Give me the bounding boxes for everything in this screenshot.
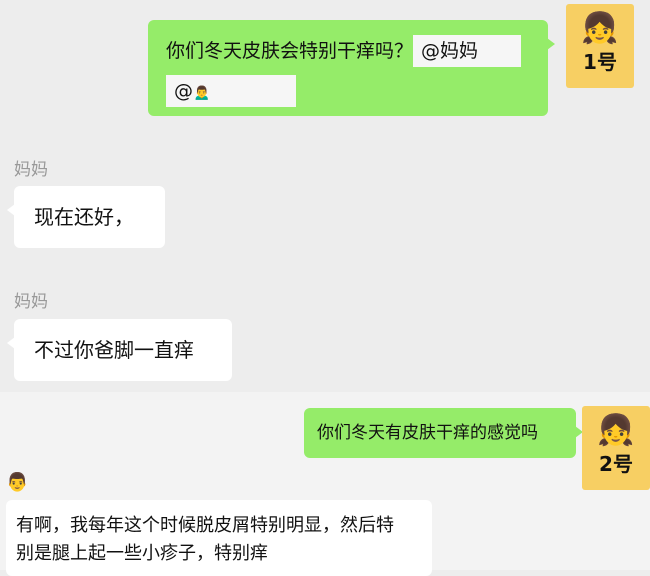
mention-tag[interactable]: @🙍‍♂️	[166, 75, 296, 107]
message-line: 有啊，我每年这个时候脱皮屑特别明显，然后特	[16, 515, 394, 536]
mention-tag[interactable]: @妈妈	[413, 35, 522, 67]
man-face-icon[interactable]: 👨	[6, 472, 28, 493]
message-text: 现在还好，	[34, 205, 134, 229]
message-text: 不过你爸脚一直痒	[34, 338, 194, 362]
sender-name: 妈妈	[14, 160, 48, 180]
message-text: 你们冬天皮肤会特别干痒吗？	[166, 40, 414, 62]
sender-name: 妈妈	[14, 292, 48, 312]
outgoing-message-bubble[interactable]: 你们冬天皮肤会特别干痒吗？ @妈妈 @🙍‍♂️	[148, 20, 555, 116]
incoming-message-bubble[interactable]: 现在还好，	[7, 186, 165, 248]
user-avatar[interactable]: 👧 2号	[582, 406, 650, 490]
message-line: 别是腿上起一些小疹子，特别痒	[16, 543, 268, 564]
user-avatar[interactable]: 👧 1号	[566, 4, 634, 88]
chat-panel-2: 你们冬天有皮肤干痒的感觉吗 👧 2号 👨 有啊，我每年这个时候脱皮屑特别明显，然…	[0, 392, 650, 576]
message-text: 你们冬天有皮肤干痒的感觉吗	[317, 423, 538, 443]
incoming-message-bubble[interactable]: 有啊，我每年这个时候脱皮屑特别明显，然后特 别是腿上起一些小疹子，特别痒	[6, 500, 432, 576]
girl-face-icon: 👧	[597, 413, 635, 448]
outgoing-message-bubble[interactable]: 你们冬天有皮肤干痒的感觉吗	[304, 408, 583, 458]
avatar-label: 2号	[599, 452, 633, 476]
incoming-message-bubble[interactable]: 不过你爸脚一直痒	[7, 319, 232, 381]
girl-face-icon: 👧	[581, 11, 619, 46]
mention-prefix: @	[174, 80, 193, 102]
chat-panel-1: 你们冬天皮肤会特别干痒吗？ @妈妈 @🙍‍♂️ 👧 1号 妈妈 现在还好， 妈妈 …	[0, 0, 650, 392]
avatar-label: 1号	[583, 50, 617, 74]
person-icon: 🙍‍♂️	[193, 85, 211, 101]
